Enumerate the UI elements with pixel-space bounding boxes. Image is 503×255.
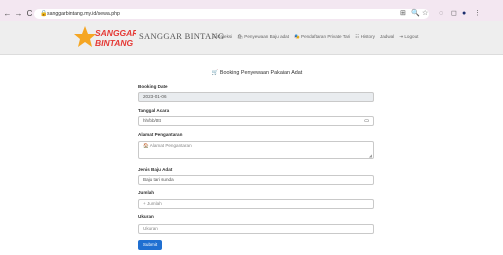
booking-date-label: Booking Date: [138, 84, 168, 89]
quantity-input[interactable]: + Jumlah: [138, 199, 374, 209]
costume-type-input[interactable]: Baju tari sunda: [138, 175, 374, 185]
address-placeholder: 🏠 Alamat Pengantaran: [143, 143, 192, 148]
costume-type-label: Jenis Baju Adat: [138, 167, 173, 172]
bookmark-star-icon[interactable]: ☆: [422, 9, 428, 19]
menu-item-koleksi[interactable]: ☰ Koleksi: [212, 34, 232, 40]
menu-item-logout[interactable]: ⇥ Logout: [399, 34, 418, 40]
side-panel-icon[interactable]: ◻: [451, 9, 457, 19]
forward-icon[interactable]: →: [13, 7, 24, 21]
profile-avatar-icon[interactable]: ●: [462, 9, 466, 19]
logo-text-line1: SANGGAR: [95, 28, 136, 38]
booking-date-field: 2023-01-06: [138, 92, 374, 102]
url-text[interactable]: sanggarbintang.my.id/sewa.php: [47, 9, 120, 19]
size-label: Ukuran: [138, 214, 154, 219]
quantity-label: Jumlah: [138, 190, 155, 195]
form-title: 🛒 Booking Penyewaan Pakaian Adat: [211, 70, 303, 76]
event-date-value: hh/bb/tttt: [143, 118, 161, 123]
logo-star-icon: [74, 26, 96, 47]
back-icon[interactable]: ←: [2, 7, 13, 21]
sanggar-bintang-logo[interactable]: SANGGAR BINTANG: [74, 25, 136, 51]
event-date-input[interactable]: hh/bb/tttt ▭: [138, 116, 374, 126]
extension-icon[interactable]: ◌: [439, 9, 443, 19]
apps-icon[interactable]: ⊞: [400, 9, 406, 19]
address-textarea[interactable]: 🏠 Alamat Pengantaran ◢: [138, 141, 374, 159]
menu-dots-icon[interactable]: ⋮: [474, 9, 481, 19]
address-label: Alamat Pengantaran: [138, 132, 183, 137]
menu-item-jadwal[interactable]: Jadwal: [380, 34, 394, 40]
menu-item-history[interactable]: ☷ History: [355, 34, 375, 40]
resize-grip-icon[interactable]: ◢: [369, 154, 372, 158]
site-menu: ☰ Koleksi 🛍 Penyewaan Baju adat 🎭 Pendaf…: [212, 34, 418, 40]
search-icon[interactable]: 🔍: [411, 9, 420, 19]
submit-button[interactable]: Submit: [138, 240, 162, 250]
event-date-label: Tanggal Acara: [138, 108, 170, 113]
calendar-icon[interactable]: ▭: [364, 117, 369, 125]
logo-text-line2: BINTANG: [95, 38, 133, 48]
browser-tab-strip: [0, 0, 503, 7]
menu-item-penyewaan[interactable]: 🛍 Penyewaan Baju adat: [237, 34, 289, 40]
size-input[interactable]: Ukuran: [138, 224, 374, 234]
menu-item-pendaftaran[interactable]: 🎭 Pendaftaran Private Tari: [294, 34, 350, 40]
